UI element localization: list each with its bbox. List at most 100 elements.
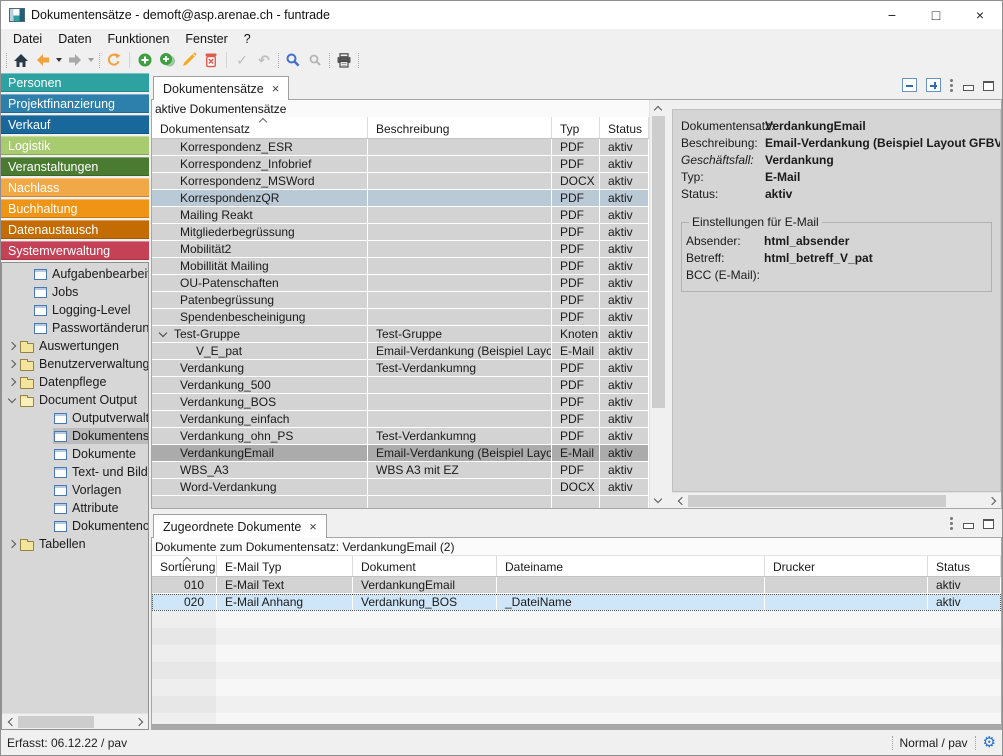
table-row[interactable]: Mobillität Mailing PDF aktiv <box>152 258 649 275</box>
tree-item[interactable]: Dokumentencodes <box>2 517 148 535</box>
module-nav-button[interactable]: Datenaustausch <box>1 220 149 239</box>
column-header-beschreibung[interactable]: Beschreibung <box>368 117 552 138</box>
module-nav-button[interactable]: Systemverwaltung <box>1 241 149 260</box>
table-row[interactable]: Patenbegrüssung PDF aktiv <box>152 292 649 309</box>
module-nav-button[interactable]: Nachlass <box>1 178 149 197</box>
gear-icon[interactable]: ⚙ <box>983 735 996 750</box>
table-row[interactable]: Spendenbescheinigung PDF aktiv <box>152 309 649 326</box>
add-copy-icon[interactable] <box>156 50 178 70</box>
forward-dropdown-icon[interactable] <box>88 58 94 62</box>
tree-item[interactable]: Benutzerverwaltung <box>2 355 148 373</box>
print-icon[interactable] <box>333 50 355 70</box>
table-row[interactable]: Korrespondenz_MSWord DOCX aktiv <box>152 173 649 190</box>
scrollbar-thumb[interactable] <box>18 716 94 728</box>
module-nav-button[interactable]: Verkauf <box>1 115 149 134</box>
tree-item[interactable]: Text- und Bildeleme <box>2 463 148 481</box>
column-header-status[interactable]: Status <box>928 556 1001 576</box>
scrollbar-thumb[interactable] <box>652 116 665 408</box>
tree-item[interactable]: Auswertungen <box>2 337 148 355</box>
tree-item[interactable]: Attribute <box>2 499 148 517</box>
home-icon[interactable] <box>10 50 32 70</box>
expand-icon[interactable] <box>926 78 941 92</box>
table-row[interactable]: Verdankung_500 PDF aktiv <box>152 377 649 394</box>
table-row[interactable]: 010 E-Mail Text VerdankungEmail aktiv <box>152 577 1001 594</box>
tree-expander-icon[interactable] <box>5 343 19 349</box>
table-row[interactable]: Verdankung Test-Verdankumng PDF aktiv <box>152 360 649 377</box>
scroll-right-icon[interactable] <box>985 493 1001 509</box>
table-row[interactable]: Verdankung_BOS PDF aktiv <box>152 394 649 411</box>
scroll-down-icon[interactable] <box>650 492 666 508</box>
column-header-email-typ[interactable]: E-Mail Typ <box>217 556 353 576</box>
tree-item[interactable]: Document Output <box>2 391 148 409</box>
tree-item[interactable]: Dokumente <box>2 445 148 463</box>
table-row[interactable]: 020 E-Mail Anhang Verdankung_BOS _DateiN… <box>152 594 1001 611</box>
tree-item[interactable]: Outputverwaltung <box>2 409 148 427</box>
tree-expander-icon[interactable] <box>5 379 19 385</box>
table-row[interactable]: Verdankung_einfach PDF aktiv <box>152 411 649 428</box>
forward-icon[interactable] <box>64 50 86 70</box>
table-row[interactable]: V_E_pat Email-Verdankung (Beispiel Layou… <box>152 343 649 360</box>
table-row[interactable]: WBS_A3 WBS A3 mit EZ PDF aktiv <box>152 462 649 479</box>
menu-item[interactable]: ? <box>236 30 259 48</box>
refresh-icon[interactable] <box>103 50 125 70</box>
collapse-icon[interactable] <box>902 78 917 92</box>
back-icon[interactable] <box>32 50 54 70</box>
table-row[interactable]: Test-Gruppe Test-Gruppe Knoten aktiv <box>152 326 649 343</box>
scrollbar-thumb[interactable] <box>688 495 946 507</box>
sidebar-horizontal-scrollbar[interactable] <box>2 713 148 729</box>
tree-item[interactable]: Datenpflege <box>2 373 148 391</box>
tree-expander-icon[interactable] <box>5 361 19 367</box>
table-row[interactable]: Korrespondenz_Infobrief PDF aktiv <box>152 156 649 173</box>
tree-expander-icon[interactable] <box>5 541 19 547</box>
column-header-dokumentensatz[interactable]: Dokumentensatz <box>152 117 368 138</box>
table-row[interactable]: KorrespondenzQR PDF aktiv <box>152 190 649 207</box>
column-header-dateiname[interactable]: Dateiname <box>497 556 765 576</box>
search-secondary-icon[interactable] <box>304 50 326 70</box>
scroll-up-icon[interactable] <box>650 100 666 116</box>
column-header-typ[interactable]: Typ <box>552 117 600 138</box>
table-row[interactable]: Word-Verdankung DOCX aktiv <box>152 479 649 496</box>
tab-zugeordnete-dokumente[interactable]: Zugeordnete Dokumente × <box>153 514 327 538</box>
scroll-left-icon[interactable] <box>2 714 18 730</box>
table-row[interactable]: VerdankungEmail Email-Verdankung (Beispi… <box>152 445 649 462</box>
table-row[interactable]: Verdankung_ohn_PS Test-Verdankumng PDF a… <box>152 428 649 445</box>
documents-vertical-scrollbar[interactable] <box>649 100 666 508</box>
delete-icon[interactable] <box>200 50 222 70</box>
tree-expander-icon[interactable] <box>5 398 19 402</box>
tree-item[interactable]: Jobs <box>2 283 148 301</box>
tab-close-icon[interactable]: × <box>272 82 280 95</box>
table-row[interactable]: OU-Patenschaften PDF aktiv <box>152 275 649 292</box>
window-maximize-button[interactable]: □ <box>914 1 958 29</box>
tree-item[interactable]: Logging-Level <box>2 301 148 319</box>
module-nav-button[interactable]: Projektfinanzierung <box>1 94 149 113</box>
column-header-sortierung[interactable]: Sortierung <box>152 556 217 576</box>
tree-item[interactable]: Vorlagen <box>2 481 148 499</box>
back-dropdown-icon[interactable] <box>56 58 62 62</box>
add-icon[interactable] <box>134 50 156 70</box>
menu-item[interactable]: Fenster <box>177 30 235 48</box>
column-header-status[interactable]: Status <box>600 117 649 138</box>
minimize-panel-icon[interactable] <box>963 85 974 91</box>
undo-icon[interactable]: ↶ <box>253 50 275 70</box>
menu-dots-icon[interactable] <box>950 516 954 530</box>
table-row[interactable] <box>152 496 649 508</box>
detail-horizontal-scrollbar[interactable] <box>672 492 1001 508</box>
menu-item[interactable]: Funktionen <box>100 30 178 48</box>
table-row[interactable]: Mailing Reakt PDF aktiv <box>152 207 649 224</box>
scroll-right-icon[interactable] <box>132 714 148 730</box>
tree-item[interactable]: Dokumentensätze <box>2 427 148 445</box>
tree-item[interactable]: Passwortänderung <box>2 319 148 337</box>
scroll-left-icon[interactable] <box>672 493 688 509</box>
menu-item[interactable]: Daten <box>50 30 99 48</box>
table-row[interactable]: Mitgliederbegrüssung PDF aktiv <box>152 224 649 241</box>
column-header-drucker[interactable]: Drucker <box>765 556 928 576</box>
tab-close-icon[interactable]: × <box>309 520 317 533</box>
search-icon[interactable] <box>282 50 304 70</box>
window-minimize-button[interactable]: − <box>870 1 914 29</box>
module-nav-button[interactable]: Veranstaltungen <box>1 157 149 176</box>
window-close-button[interactable]: × <box>958 1 1002 29</box>
module-nav-button[interactable]: Personen <box>1 73 149 92</box>
minimize-panel-icon[interactable] <box>963 523 974 529</box>
module-nav-button[interactable]: Logistik <box>1 136 149 155</box>
tree-item[interactable]: Aufgabenbearbeitung <box>2 265 148 283</box>
